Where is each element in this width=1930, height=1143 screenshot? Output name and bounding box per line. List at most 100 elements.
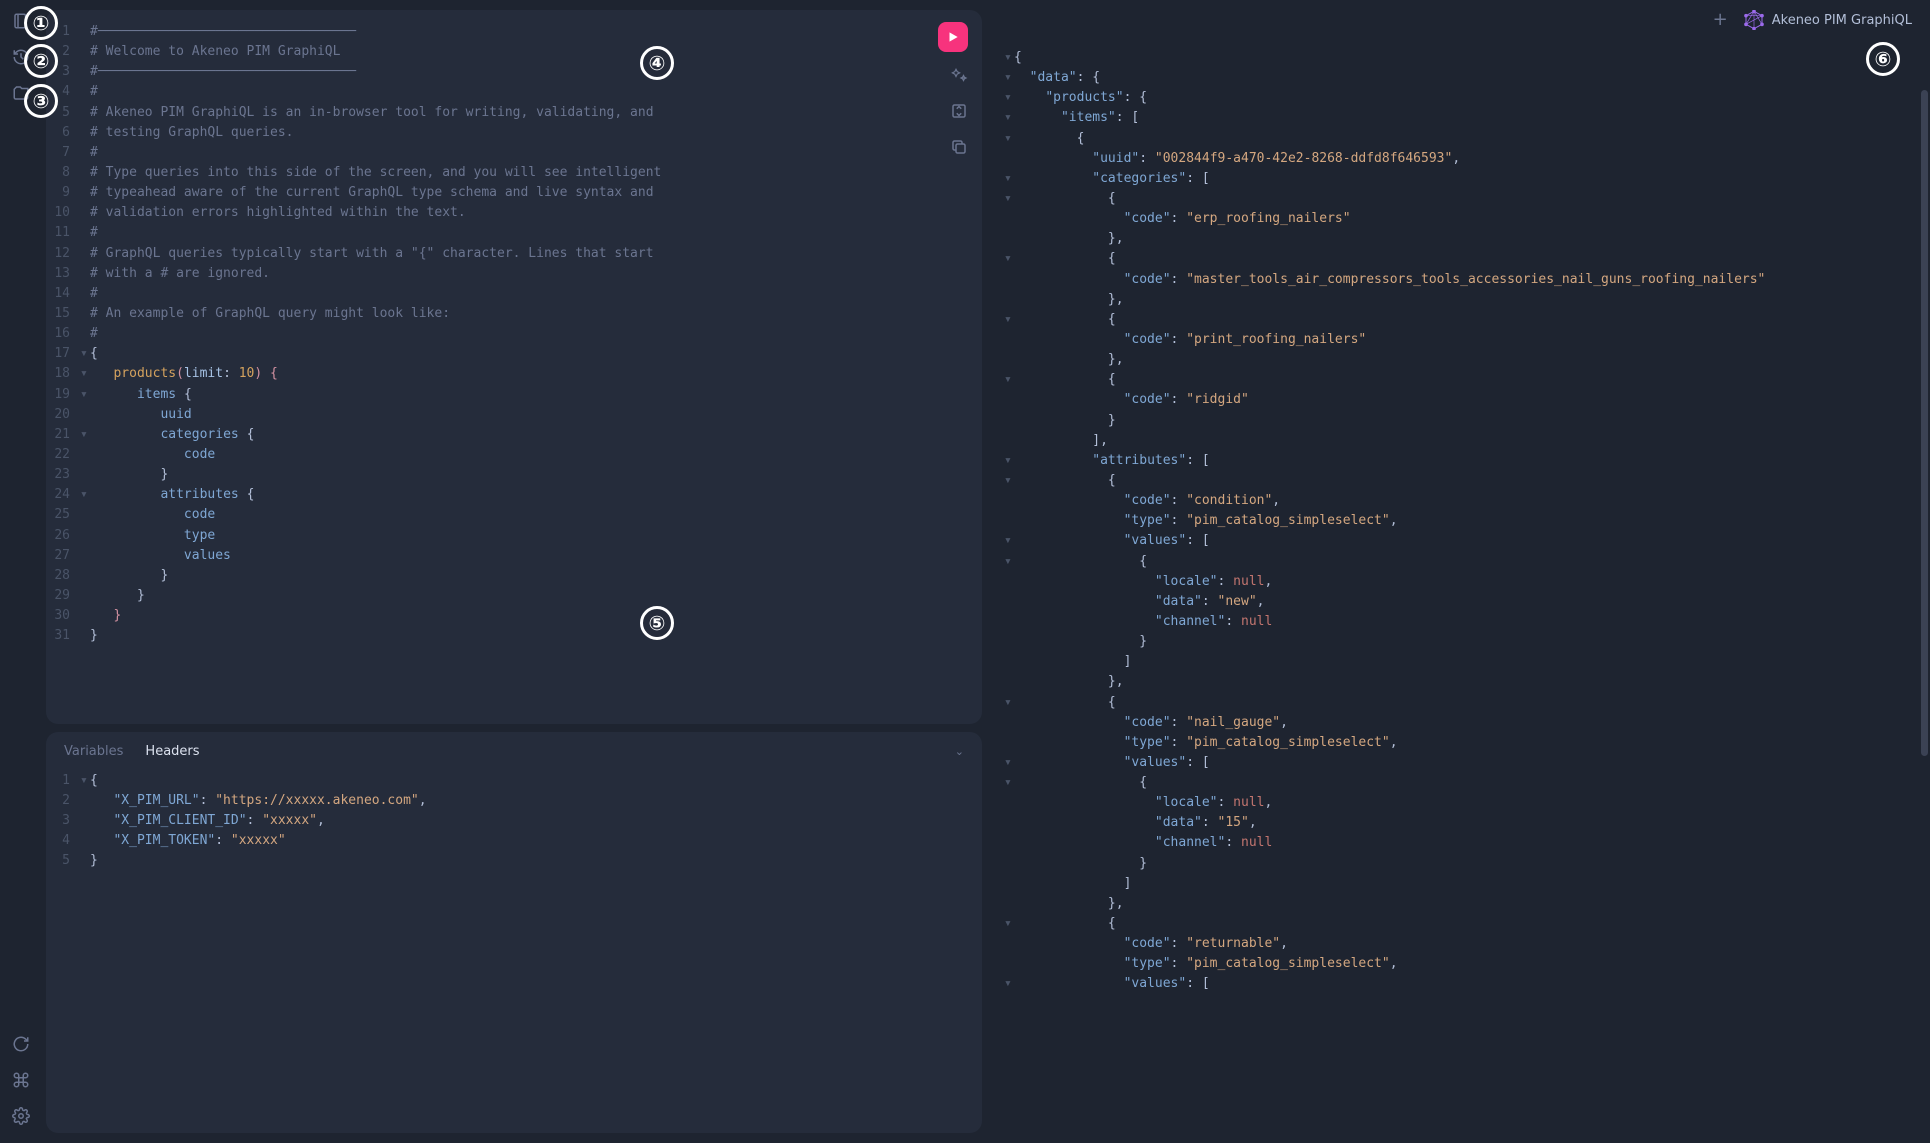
code-line: ▾ { (986, 552, 1930, 572)
collapse-tools-icon[interactable]: ⌄ (955, 745, 964, 758)
code-line: ▾ "categories": [ (986, 169, 1930, 189)
headers-editor-content[interactable]: 1▾{2 "X_PIM_URL": "https://xxxxx.akeneo.… (46, 765, 982, 1133)
code-line: ▾ "values": [ (986, 753, 1930, 773)
code-line: 15# An example of GraphQL query might lo… (46, 304, 982, 324)
code-line: ▾ "data": { (986, 68, 1930, 88)
code-line: ▾ { (986, 249, 1930, 269)
code-line: "locale": null, (986, 793, 1930, 813)
code-line: 13# with a # are ignored. (46, 264, 982, 284)
code-line: "code": "master_tools_air_compressors_to… (986, 270, 1930, 290)
code-line: "uuid": "002844f9-a470-42e2-8268-ddfd8f6… (986, 149, 1930, 169)
code-line: 1▾{ (46, 771, 982, 791)
settings-icon[interactable] (12, 1107, 30, 1125)
explorer-icon[interactable] (12, 84, 30, 102)
code-line: "type": "pim_catalog_simpleselect", (986, 954, 1930, 974)
code-line: 2 "X_PIM_URL": "https://xxxxx.akeneo.com… (46, 791, 982, 811)
code-line: } (986, 411, 1930, 431)
code-line: ▾ "values": [ (986, 974, 1930, 994)
code-line: 7# (46, 143, 982, 163)
code-line: ▾ { (986, 773, 1930, 793)
code-line: 9# typeahead aware of the current GraphQ… (46, 183, 982, 203)
code-line: ▾ "items": [ (986, 108, 1930, 128)
code-line: ▾ { (986, 129, 1930, 149)
code-line: 12# GraphQL queries typically start with… (46, 244, 982, 264)
code-line: 20 uuid (46, 405, 982, 425)
tab-variables[interactable]: Variables (64, 744, 123, 759)
shortcuts-icon[interactable] (12, 1071, 30, 1089)
code-line: 16# (46, 324, 982, 344)
execute-button[interactable] (938, 22, 968, 52)
code-line: ▾ { (986, 471, 1930, 491)
code-line: 4 "X_PIM_TOKEN": "xxxxx" (46, 831, 982, 851)
response-scrollbar[interactable] (1921, 90, 1928, 1131)
app-logo: Akeneo PIM GraphiQL (1744, 10, 1912, 30)
code-line: "type": "pim_catalog_simpleselect", (986, 511, 1930, 531)
code-line: }, (986, 894, 1930, 914)
code-line: ▾ { (986, 914, 1930, 934)
code-line: ] (986, 652, 1930, 672)
code-line: "data": "new", (986, 592, 1930, 612)
code-line: 3#───────────────────────────────── (46, 62, 982, 82)
add-tab-button[interactable]: + (1713, 11, 1728, 29)
history-icon[interactable] (12, 48, 30, 66)
code-line: 27 values (46, 546, 982, 566)
query-editor[interactable]: 1#─────────────────────────────────2# We… (46, 10, 982, 724)
merge-icon[interactable] (950, 102, 968, 120)
code-line: "code": "returnable", (986, 934, 1930, 954)
code-line: 19▾ items { (46, 385, 982, 405)
code-line: 5# Akeneo PIM GraphiQL is an in-browser … (46, 103, 982, 123)
code-line: 4# (46, 82, 982, 102)
code-line: "code": "print_roofing_nailers" (986, 330, 1930, 350)
code-line: 22 code (46, 445, 982, 465)
code-line: }, (986, 229, 1930, 249)
code-line: }, (986, 290, 1930, 310)
code-line: 26 type (46, 526, 982, 546)
copy-icon[interactable] (950, 138, 968, 156)
code-line: ▾{ (986, 48, 1930, 68)
code-line: 23 } (46, 465, 982, 485)
code-line: ▾ "values": [ (986, 531, 1930, 551)
code-line: 2# Welcome to Akeneo PIM GraphiQL (46, 42, 982, 62)
code-line: ▾ { (986, 370, 1930, 390)
code-line: 14# (46, 284, 982, 304)
code-line: }, (986, 672, 1930, 692)
response-viewer[interactable]: ▾{▾ "data": {▾ "products": {▾ "items": [… (986, 40, 1930, 1143)
code-line: } (986, 854, 1930, 874)
app-sidebar (0, 0, 42, 1143)
app-title: Akeneo PIM GraphiQL (1772, 13, 1912, 28)
code-line: "channel": null (986, 612, 1930, 632)
code-line: "data": "15", (986, 813, 1930, 833)
code-line: 18▾ products(limit: 10) { (46, 364, 982, 384)
tab-bar: + Akeneo PIM GraphiQL (986, 0, 1930, 40)
code-line: 1#───────────────────────────────── (46, 22, 982, 42)
code-line: 3 "X_PIM_CLIENT_ID": "xxxxx", (46, 811, 982, 831)
refetch-icon[interactable] (12, 1035, 30, 1053)
code-line: ], (986, 431, 1930, 451)
code-line: ▾ "products": { (986, 88, 1930, 108)
code-line: }, (986, 350, 1930, 370)
code-line: 30 } (46, 606, 982, 626)
code-line: 8# Type queries into this side of the sc… (46, 163, 982, 183)
graphql-logo-icon (1744, 10, 1764, 30)
code-line: 6# testing GraphQL queries. (46, 123, 982, 143)
code-line: 31} (46, 626, 982, 646)
code-line: ] (986, 874, 1930, 894)
code-line: 25 code (46, 505, 982, 525)
response-content: ▾{▾ "data": {▾ "products": {▾ "items": [… (986, 40, 1930, 1143)
code-line: "locale": null, (986, 572, 1930, 592)
code-line: 5} (46, 851, 982, 871)
code-line: ▾ { (986, 189, 1930, 209)
code-line: "code": "erp_roofing_nailers" (986, 209, 1930, 229)
docs-icon[interactable] (12, 12, 30, 30)
code-line: ▾ { (986, 310, 1930, 330)
play-icon (946, 30, 960, 44)
prettify-icon[interactable] (950, 66, 968, 84)
editor-tools: Variables Headers ⌄ 1▾{2 "X_PIM_URL": "h… (46, 732, 982, 1133)
code-line: "channel": null (986, 833, 1930, 853)
query-editor-content[interactable]: 1#─────────────────────────────────2# We… (46, 10, 982, 724)
code-line: "code": "nail_gauge", (986, 713, 1930, 733)
code-line: ▾ "attributes": [ (986, 451, 1930, 471)
code-line: ▾ { (986, 693, 1930, 713)
tab-headers[interactable]: Headers (145, 744, 199, 759)
code-line: 11# (46, 223, 982, 243)
